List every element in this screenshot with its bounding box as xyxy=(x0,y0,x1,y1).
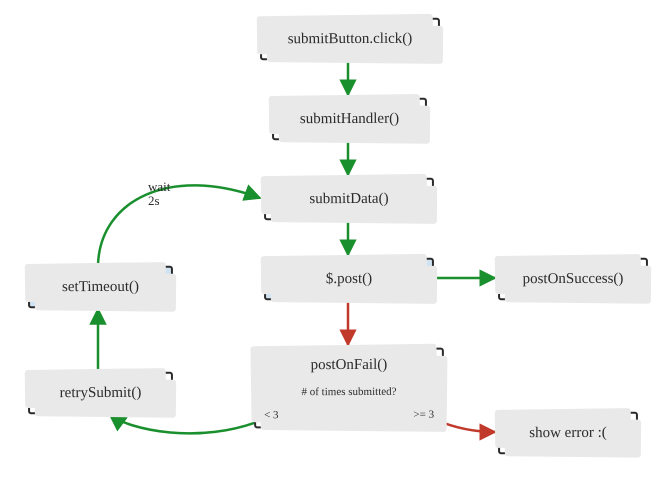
node-post-on-success: postOnSuccess() xyxy=(498,258,648,301)
flowchart-canvas: submitButton.click() submitHandler() sub… xyxy=(0,0,660,500)
node-submit-handler: submitHandler() xyxy=(272,98,427,141)
node-label: setTimeout() xyxy=(62,278,139,296)
edge-label-wait-2s: wait 2s xyxy=(148,180,170,209)
branch-label-gte3: >= 3 xyxy=(413,409,434,422)
node-jquery-post: $.post() xyxy=(264,258,434,301)
branch-label-lt3: < 3 xyxy=(264,409,279,422)
node-label: submitData() xyxy=(309,190,388,208)
node-submit-button-click: submitButton.click() xyxy=(260,18,440,61)
node-label: postOnFail() xyxy=(311,356,388,374)
node-label: submitHandler() xyxy=(300,110,399,128)
node-post-on-fail: postOnFail() # of times submitted? < 3 >… xyxy=(254,348,444,429)
node-label: $.post() xyxy=(326,270,372,288)
node-submit-data: submitData() xyxy=(264,178,434,221)
node-label: show error :( xyxy=(529,424,607,442)
node-set-timeout: setTimeout() xyxy=(28,266,173,309)
node-show-error: show error :( xyxy=(498,412,638,454)
node-label: postOnSuccess() xyxy=(523,270,624,288)
node-retry-submit: retrySubmit() xyxy=(28,372,173,415)
node-question: # of times submitted? xyxy=(301,386,396,400)
node-label: retrySubmit() xyxy=(60,384,142,402)
node-label: submitButton.click() xyxy=(288,30,413,48)
